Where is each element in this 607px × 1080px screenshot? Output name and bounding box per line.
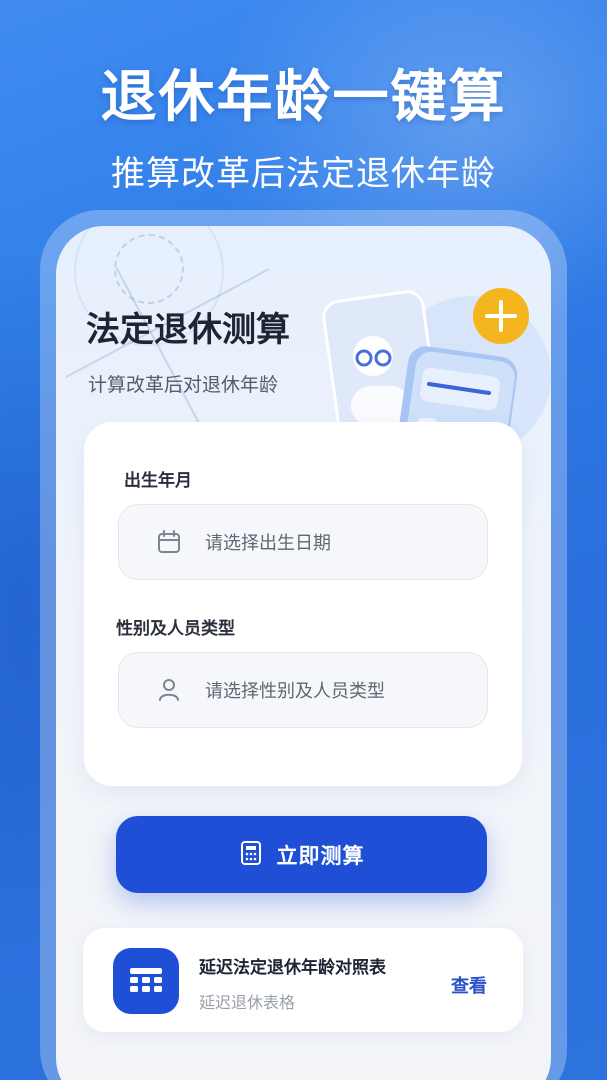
calculator-icon [239, 840, 263, 870]
birth-date-label: 出生年月 [124, 471, 192, 491]
hero-subtitle: 计算改革后对退休年龄 [88, 374, 279, 396]
retirement-table-subtitle: 延迟退休表格 [199, 993, 296, 1012]
view-table-link[interactable]: 查看 [451, 972, 487, 998]
gender-type-field[interactable]: 请选择性别及人员类型 [118, 652, 488, 728]
calendar-icon [155, 528, 183, 556]
birth-date-field[interactable]: 请选择出生日期 [118, 504, 488, 580]
phone-screen: 法定退休测算 计算改革后对退休年龄 出生年月 请选择出生日期 性别及人员类型 请… [56, 226, 551, 1080]
table-grid-icon [113, 948, 179, 1014]
form-card: 出生年月 请选择出生日期 性别及人员类型 请选择性别及人员类型 [84, 422, 522, 786]
birth-date-placeholder: 请选择出生日期 [205, 533, 331, 554]
user-icon [155, 676, 183, 704]
calculate-now-label: 立即测算 [276, 843, 365, 868]
banner-headline: 退休年龄一键算 [100, 65, 507, 130]
gender-type-placeholder: 请选择性别及人员类型 [205, 681, 385, 702]
retirement-table-title: 延迟法定退休年龄对照表 [199, 958, 386, 978]
banner-subheadline: 推算改革后法定退休年龄 [111, 154, 496, 194]
gender-type-label: 性别及人员类型 [116, 619, 235, 639]
hero-title: 法定退休测算 [86, 310, 290, 350]
calculate-now-button[interactable]: 立即测算 [116, 816, 487, 893]
retirement-table-card[interactable]: 延迟法定退休年龄对照表 延迟退休表格 查看 [83, 928, 523, 1032]
